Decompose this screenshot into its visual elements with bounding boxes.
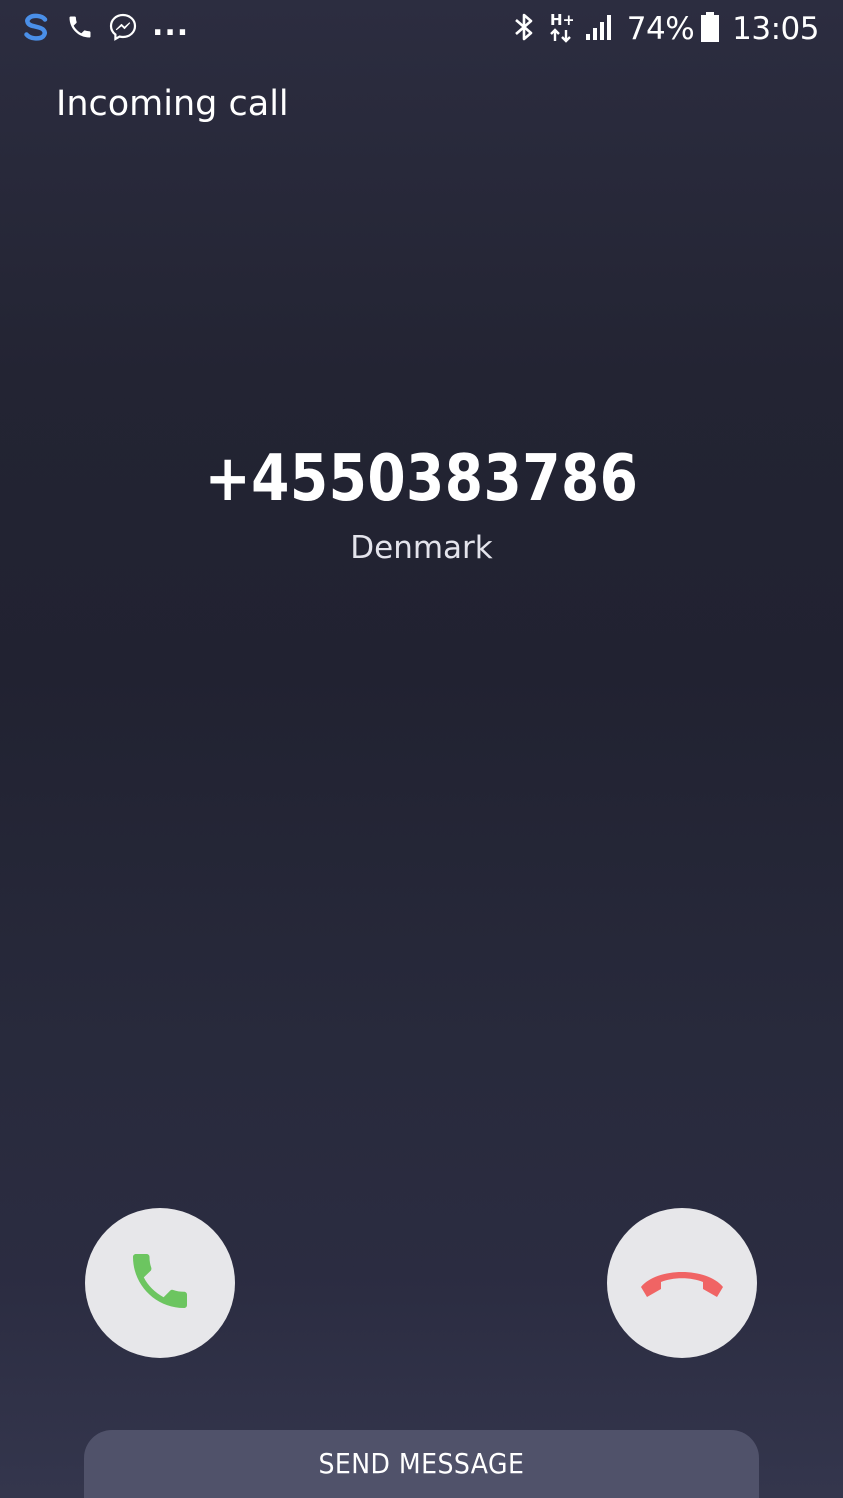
- phone-accept-icon: [124, 1245, 196, 1321]
- battery-icon: [700, 11, 720, 47]
- battery-percent: 74%: [626, 11, 695, 47]
- s-app-icon: [20, 11, 52, 47]
- network-type-label: H+: [550, 11, 573, 29]
- more-notifications-indicator: ...: [152, 8, 190, 43]
- notification-icons: ...: [20, 10, 203, 48]
- decline-call-button[interactable]: [607, 1208, 757, 1358]
- send-message-label: SEND MESSAGE: [318, 1447, 525, 1480]
- signal-strength-icon: [585, 12, 615, 46]
- system-indicators: H+ 74% 13:05: [499, 8, 819, 50]
- send-message-button[interactable]: SEND MESSAGE: [84, 1430, 759, 1498]
- phone-decline-icon: [637, 1261, 727, 1305]
- accept-call-button[interactable]: [85, 1208, 235, 1358]
- phone-call-icon: [66, 13, 94, 45]
- bluetooth-icon: [511, 11, 537, 47]
- messenger-icon: [108, 12, 138, 46]
- network-type-icon: H+: [549, 10, 575, 48]
- clock: 13:05: [732, 11, 819, 47]
- call-state-title: Incoming call: [56, 84, 289, 124]
- caller-number: +4550383786: [204, 442, 639, 516]
- caller-location: Denmark: [350, 530, 493, 566]
- status-bar: ... H+ 74% 13:05: [0, 0, 843, 58]
